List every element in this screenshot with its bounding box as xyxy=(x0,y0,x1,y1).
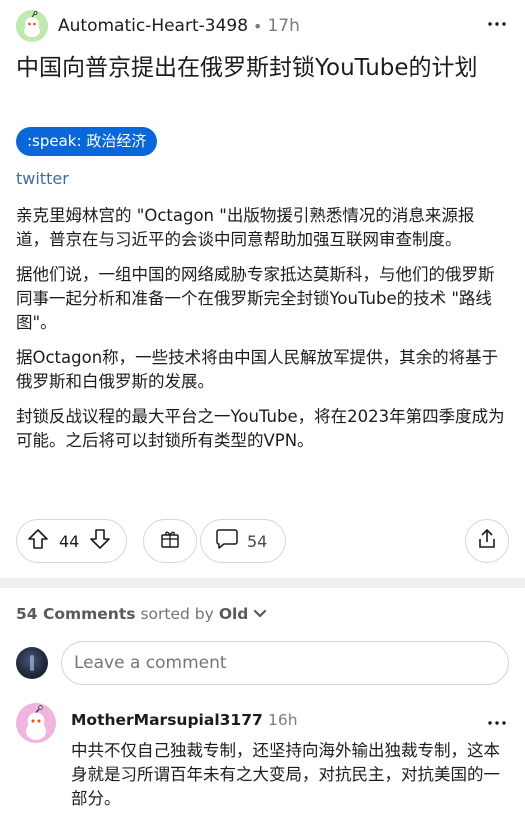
comment-time: 16h xyxy=(268,711,298,729)
comments-count-label: 54 Comments xyxy=(16,605,136,623)
snoo-avatar-icon[interactable] xyxy=(16,703,56,743)
share-icon xyxy=(477,528,497,554)
comment-text: 中共不仅自己独裁专制，还坚持向海外输出独裁专制，这本身就是习所谓百年未有之大变局… xyxy=(71,741,500,808)
post-header: Automatic-Heart-3498 • 17h xyxy=(16,10,509,42)
sort-value[interactable]: Old xyxy=(219,605,249,623)
snoo-avatar-icon[interactable] xyxy=(16,10,48,42)
post-paragraph: 据Octagon称，一些技术将由中国人民解放军提供，其余的将基于俄罗斯和白俄罗斯… xyxy=(16,348,499,391)
comment-author[interactable]: MotherMarsupial3177 xyxy=(71,711,263,729)
post-paragraph: 据他们说，一组中国的网络威胁专家抵达莫斯科，与他们的俄罗斯同事一起分析和准备一个… xyxy=(16,265,495,332)
more-horizontal-icon[interactable] xyxy=(487,14,507,34)
more-horizontal-icon[interactable] xyxy=(487,713,507,733)
post-body: 亲克里姆林宫的 "Octagon "出版物援引熟悉情况的消息来源报道，普京在与习… xyxy=(16,204,506,464)
comments-sort-bar[interactable]: 54 Comments sorted by Old xyxy=(16,605,267,623)
post-time: 17h xyxy=(267,16,300,36)
award-icon xyxy=(159,528,181,554)
chevron-down-icon[interactable] xyxy=(253,605,267,623)
post-author[interactable]: Automatic-Heart-3498 xyxy=(58,16,248,36)
vote-control: 44 xyxy=(16,519,127,563)
upvote-arrow-icon[interactable] xyxy=(27,528,49,554)
post-paragraph: 封锁反战议程的最大平台之一YouTube，将在2023年第四季度成为可能。之后将… xyxy=(16,407,505,450)
comment-count: 54 xyxy=(247,531,268,551)
downvote-arrow-icon[interactable] xyxy=(89,528,111,554)
comments-button[interactable]: 54 xyxy=(200,519,286,563)
post-title: 中国向普京提出在俄罗斯封锁YouTube的计划 xyxy=(16,55,478,81)
user-avatar[interactable] xyxy=(16,647,48,679)
sorted-by-label: sorted by xyxy=(140,605,214,623)
post-paragraph: 亲克里姆林宫的 "Octagon "出版物援引熟悉情况的消息来源报道，普京在与习… xyxy=(16,206,475,249)
comment-input[interactable] xyxy=(61,641,509,685)
share-button[interactable] xyxy=(465,519,509,563)
meta-separator: • xyxy=(253,16,263,36)
section-divider xyxy=(0,578,525,588)
post-action-bar: 44 54 xyxy=(16,519,509,563)
post-flair[interactable]: :speak: 政治经济 xyxy=(16,127,158,156)
vote-count: 44 xyxy=(59,531,80,551)
comment-bubble-icon xyxy=(215,528,239,554)
award-button[interactable] xyxy=(143,519,197,563)
post-link[interactable]: twitter xyxy=(16,169,69,188)
